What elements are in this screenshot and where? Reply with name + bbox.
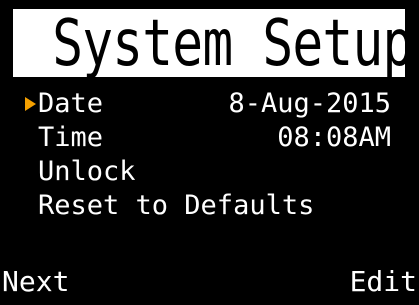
next-softkey[interactable]: Next (2, 264, 69, 300)
menu-item-reset-to-defaults[interactable]: Reset to Defaults (0, 189, 419, 223)
menu-item-unlock[interactable]: Unlock (0, 155, 419, 189)
menu-item-label: Unlock (38, 156, 136, 187)
menu-item-label: Date (38, 88, 104, 119)
menu-item-time[interactable]: Time 08:08AM (0, 121, 419, 155)
selection-cursor-icon (25, 97, 36, 111)
device-screen: System Setup Date 8-Aug-2015 Time 08:08A… (0, 0, 419, 305)
page-title: System Setup (52, 9, 405, 77)
menu-item-label: Time (38, 122, 104, 153)
menu-item-value: 8-Aug-2015 (228, 88, 391, 119)
edit-softkey[interactable]: Edit (350, 264, 417, 300)
menu-item-label: Reset to Defaults (38, 190, 315, 221)
menu-item-value: 08:08AM (277, 122, 391, 153)
title-banner: System Setup (13, 9, 405, 77)
menu-item-date[interactable]: Date 8-Aug-2015 (0, 87, 419, 121)
